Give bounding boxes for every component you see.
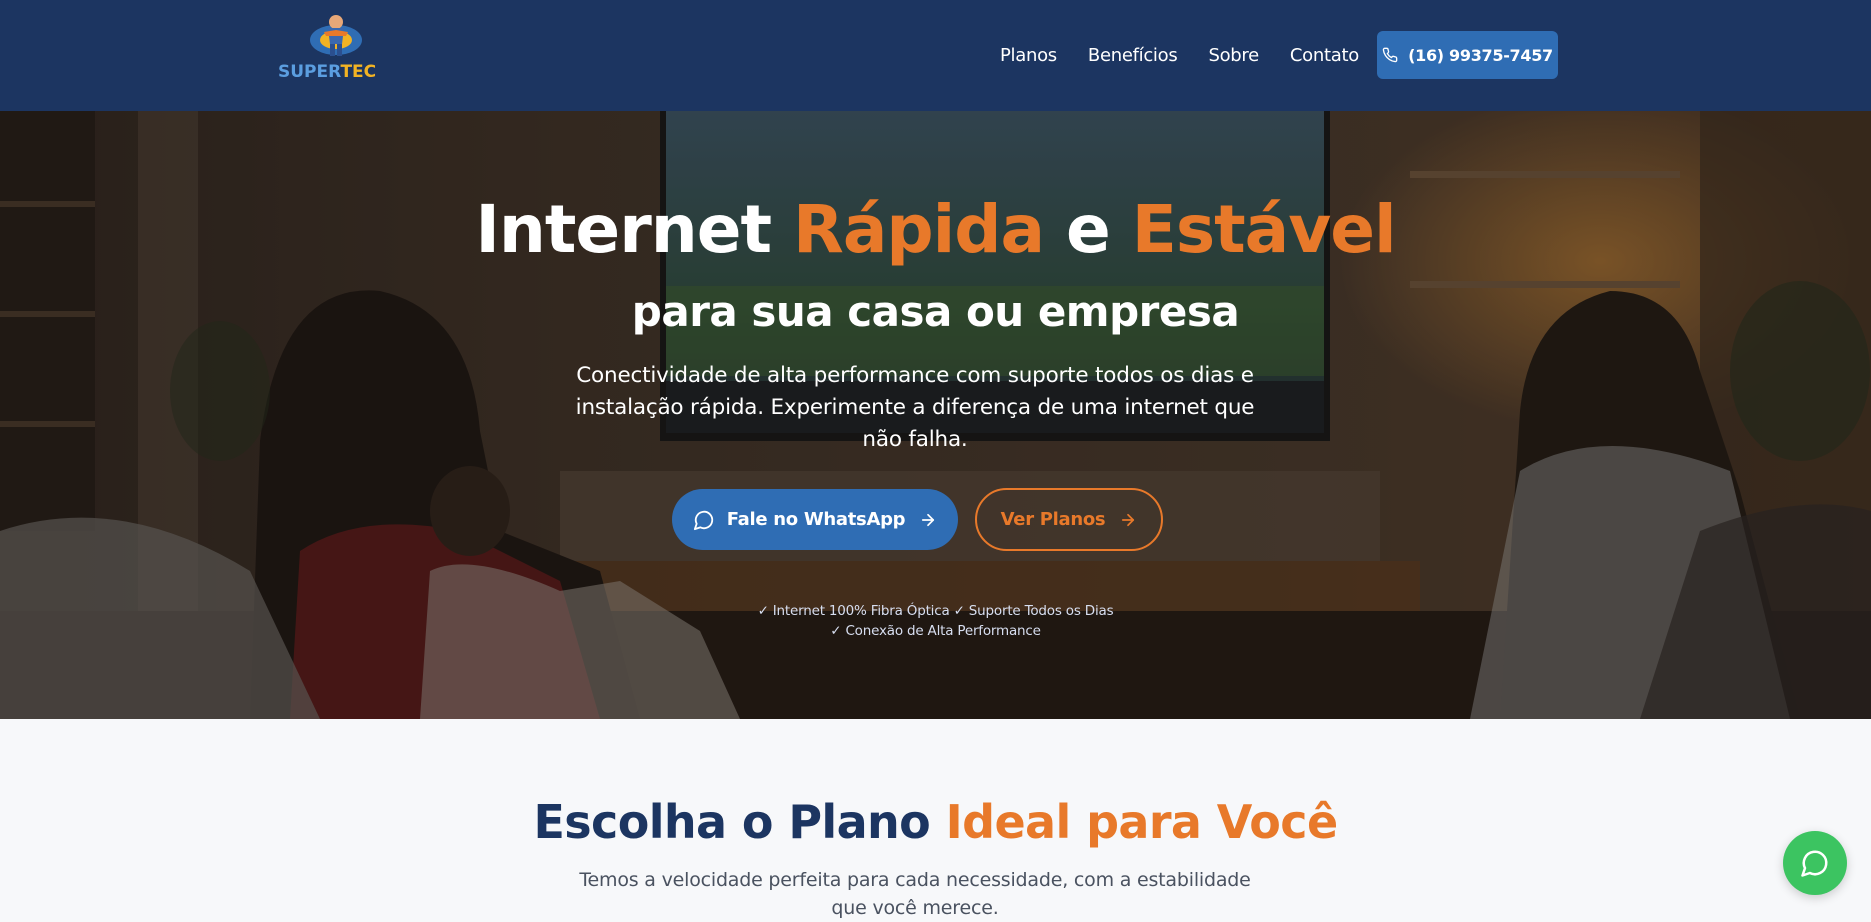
hero-title-accent: Estável: [1131, 191, 1397, 268]
nav-item-planos[interactable]: Planos: [1000, 45, 1057, 66]
logo-wordmark: SUPERTEC: [278, 62, 376, 82]
arrow-right-icon: [1122, 513, 1135, 526]
main-nav: Planos Benefícios Sobre Contato: [1000, 0, 1390, 111]
nav-item-sobre[interactable]: Sobre: [1208, 45, 1259, 66]
plans-title-part: Escolha o Plano: [533, 795, 946, 849]
hero-description: Conectividade de alta performance com su…: [575, 363, 1255, 452]
logo-text-tec: TEC: [340, 62, 377, 82]
hero-subtitle: para sua casa ou empresa: [631, 287, 1240, 336]
superhero-logo-icon: [310, 15, 362, 56]
whatsapp-float-button[interactable]: [1783, 831, 1847, 895]
plans-title: Escolha o Plano Ideal para Você: [0, 795, 1871, 849]
chat-bubble-icon: [693, 510, 713, 530]
plans-description: Temos a velocidade perfeita para cada ne…: [579, 869, 1251, 919]
arrow-right-icon: [922, 513, 935, 526]
nav-item-beneficios[interactable]: Benefícios: [1088, 45, 1178, 66]
hero-title-part: e: [1044, 191, 1132, 268]
hero-features-line: ✓ Conexão de Alta Performance: [830, 623, 1041, 639]
site-header: SUPERTEC Planos Benefícios Sobre Contato…: [0, 0, 1871, 111]
hero-section: Internet Rápida e Estável para sua casa …: [0, 111, 1871, 719]
view-plans-label: Ver Planos: [1000, 509, 1106, 530]
plans-title-accent: Ideal para Você: [945, 795, 1339, 849]
hero-title-accent: Rápida: [793, 191, 1045, 268]
phone-button-label: (16) 99375-7457: [1408, 45, 1553, 65]
view-plans-button[interactable]: Ver Planos: [975, 488, 1163, 551]
whatsapp-icon: [1801, 850, 1828, 877]
whatsapp-cta-label: Fale no WhatsApp: [726, 509, 906, 530]
whatsapp-cta-button[interactable]: Fale no WhatsApp: [672, 489, 958, 550]
hero-features: ✓ Internet 100% Fibra Óptica ✓ Suporte T…: [0, 601, 1871, 641]
hero-title: Internet Rápida e Estável: [0, 191, 1871, 268]
logo[interactable]: SUPERTEC: [276, 10, 394, 84]
nav-item-contato[interactable]: Contato: [1290, 45, 1359, 66]
hero-title-part: Internet: [475, 191, 794, 268]
phone-icon: [1382, 47, 1398, 63]
phone-button[interactable]: (16) 99375-7457: [1377, 31, 1558, 79]
hero-features-line: ✓ Internet 100% Fibra Óptica ✓ Suporte T…: [757, 603, 1114, 619]
logo-text-super: SUPER: [278, 62, 341, 82]
